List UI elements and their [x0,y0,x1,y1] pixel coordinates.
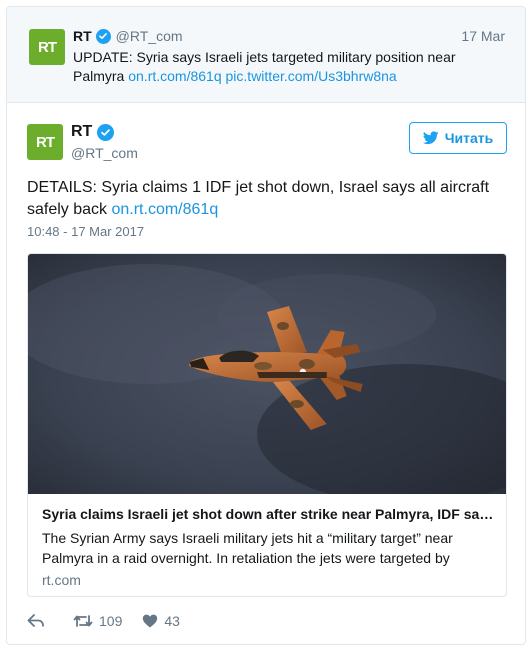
like-button[interactable]: 43 [142,613,180,629]
tweet-text-body: DETAILS: Syria claims 1 IDF jet shot dow… [27,179,490,218]
card-title[interactable]: Syria claims Israeli jet shot down after… [42,506,494,522]
parent-pic-link[interactable]: pic.twitter.com/Us3bhrw8na [226,68,397,84]
parent-tweet-text: UPDATE: Syria says Israeli jets targeted… [73,48,493,86]
verified-badge-icon [95,28,111,44]
tweet-short-link[interactable]: on.rt.com/861q [111,201,218,218]
card-description: The Syrian Army says Israeli military je… [42,530,453,566]
rt-logo-avatar[interactable]: RT [29,29,65,65]
follow-button-label: Читать [444,130,494,146]
avatar-logo-text: RT [36,133,55,151]
heart-icon [143,614,158,628]
fighter-jet-photo[interactable] [28,254,506,494]
retweet-icon [73,615,93,627]
rt-logo-avatar[interactable]: RT [27,124,63,160]
tweet-text: DETAILS: Syria claims 1 IDF jet shot dow… [27,177,509,221]
retweet-button[interactable]: 109 [73,613,122,629]
parent-author-name[interactable]: RT [73,28,92,44]
follow-button[interactable]: Читать [409,122,507,154]
author-name[interactable]: RT [71,123,92,141]
tweet-timestamp[interactable]: 10:48 - 17 Mar 2017 [27,224,144,239]
twitter-bird-icon [422,131,439,145]
verified-badge-icon [97,123,115,141]
author-handle[interactable]: @RT_com [71,145,138,161]
card-domain: rt.com [42,572,81,588]
parent-author-handle[interactable]: @RT_com [116,28,183,44]
parent-date[interactable]: 17 Mar [461,28,505,44]
tweet-actions: 109 43 [27,613,180,629]
parent-short-link[interactable]: on.rt.com/861q [128,68,221,84]
parent-author-line: RT @RT_com [73,28,183,44]
reply-icon [27,614,44,627]
retweet-count: 109 [99,613,123,629]
avatar-logo-text: RT [38,38,57,56]
parent-tweet[interactable]: RT RT @RT_com 17 Mar UPDATE: Syria says … [7,7,525,103]
author-name-line: RT [71,123,115,141]
like-count: 43 [164,613,180,629]
tweet-embed: RT RT @RT_com 17 Mar UPDATE: Syria says … [6,6,526,645]
reply-button[interactable] [27,614,45,628]
link-card[interactable]: Syria claims Israeli jet shot down after… [27,253,507,597]
